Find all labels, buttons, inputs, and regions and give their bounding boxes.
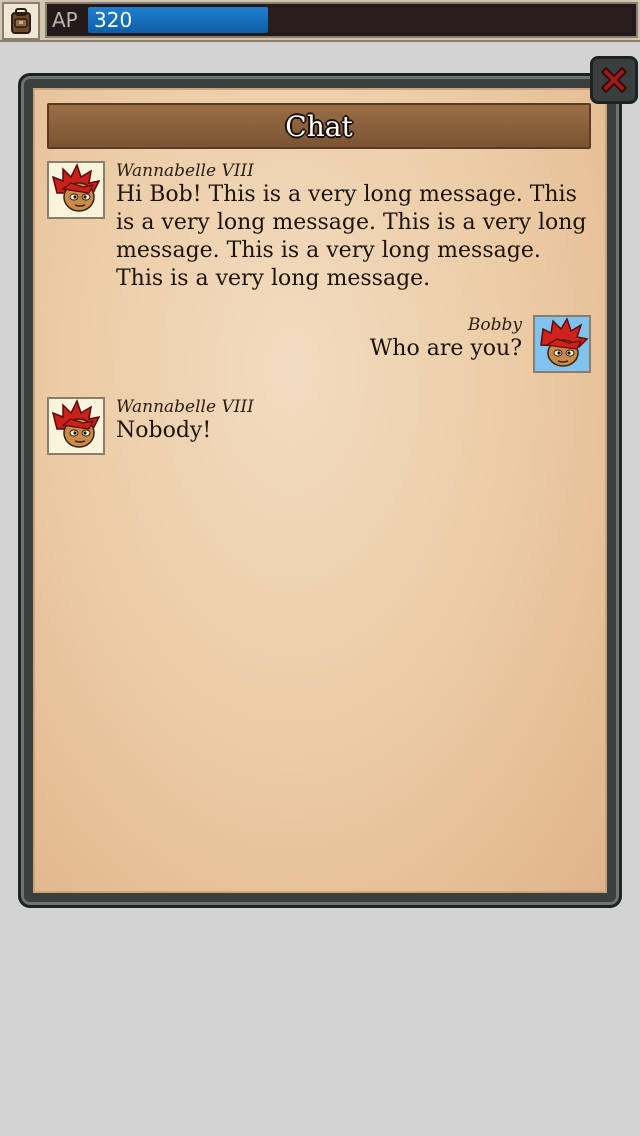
ap-track: 320: [88, 7, 632, 33]
sender-name: Wannabelle VIII: [116, 161, 254, 181]
ap-meter: AP 320: [45, 2, 638, 38]
message-text: Nobody!: [116, 418, 212, 443]
sender-avatar[interactable]: [47, 161, 105, 219]
sender-avatar[interactable]: [47, 397, 105, 455]
chat-panel: Chat Wannabelle VIII Hi Bob! This is a v…: [18, 73, 622, 908]
message-text: Who are you?: [369, 336, 522, 361]
red-haired-character-icon: [51, 163, 101, 212]
backpack-icon: [11, 8, 31, 34]
ap-value: 320: [94, 8, 133, 32]
close-button[interactable]: [590, 56, 638, 104]
sender-name: Wannabelle VIII: [116, 397, 254, 417]
chat-title: Chat: [285, 109, 353, 143]
ap-label: AP: [52, 8, 78, 32]
message-text: Hi Bob! This is a very long message. Thi…: [116, 182, 587, 291]
red-haired-character-icon: [540, 317, 589, 367]
sender-avatar[interactable]: [533, 315, 591, 373]
inventory-button[interactable]: [2, 2, 40, 40]
chat-panel-body: Chat Wannabelle VIII Hi Bob! This is a v…: [33, 88, 607, 893]
close-icon: [601, 67, 627, 93]
sender-name: Bobby: [467, 315, 522, 335]
top-bar: AP 320: [0, 0, 640, 42]
red-haired-character-icon: [51, 399, 101, 448]
chat-header: Chat: [47, 103, 591, 149]
